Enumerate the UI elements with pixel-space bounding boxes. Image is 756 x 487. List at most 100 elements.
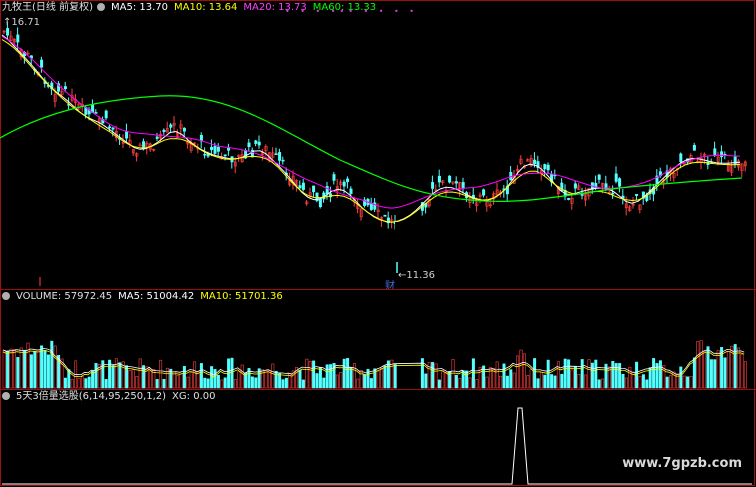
- xg-signal-line: [2, 407, 752, 485]
- candle: [437, 175, 441, 183]
- volume-bar: [216, 374, 220, 389]
- volume-bar: [590, 362, 594, 389]
- candle: [94, 112, 98, 114]
- volume-bar: [424, 373, 428, 389]
- volume-bar: [206, 378, 210, 389]
- volume-bar: [23, 349, 27, 389]
- candle: [573, 183, 577, 189]
- volume-bar: [468, 377, 472, 389]
- volume-bar: [36, 349, 40, 389]
- volume-bar: [383, 365, 387, 389]
- volume-bar: [716, 350, 720, 389]
- volume-bar: [91, 370, 95, 389]
- candlestick-chart[interactable]: [0, 0, 756, 487]
- volume-bar: [580, 359, 584, 389]
- volume-bar: [509, 369, 513, 389]
- volume-bar: [6, 350, 10, 389]
- volume-bar: [210, 366, 214, 389]
- volume-bar: [726, 351, 730, 389]
- volume-bar: [696, 341, 700, 389]
- volume-bar: [601, 378, 605, 389]
- volume-bar: [475, 379, 479, 389]
- candle: [618, 178, 622, 187]
- volume-bar: [733, 344, 737, 389]
- volume-bar: [526, 375, 530, 389]
- volume-bar: [135, 375, 139, 389]
- volume-bar: [40, 345, 44, 389]
- volume-bar: [645, 379, 649, 389]
- volume-bar: [213, 369, 217, 389]
- indicator-panel-header: 5天3倍量选股(6,14,95,250,1,2) XG: 0.00: [2, 390, 221, 403]
- volume-bar: [312, 360, 316, 389]
- candle: [40, 59, 44, 68]
- indicator-settings-icon[interactable]: [2, 392, 10, 400]
- candle: [733, 156, 737, 166]
- volume-bar: [203, 377, 207, 389]
- volume-bar: [46, 354, 50, 389]
- volume-bar: [284, 377, 288, 389]
- volume-bar: [529, 369, 533, 389]
- volume-bar: [543, 374, 547, 389]
- volume-bar: [570, 369, 574, 389]
- volume-bar: [281, 379, 285, 389]
- volume-bar: [692, 357, 696, 389]
- candle: [210, 146, 214, 151]
- volume-bar: [567, 359, 571, 389]
- volume-bar: [264, 370, 268, 389]
- candle: [713, 148, 717, 157]
- candle: [454, 181, 458, 184]
- volume-readout: VOLUME: 57972.45: [16, 291, 113, 302]
- volume-bar: [594, 359, 598, 389]
- volume-bar: [9, 348, 13, 389]
- candle: [301, 182, 305, 190]
- volume-bar: [315, 373, 319, 389]
- volume-bar: [148, 370, 152, 389]
- volume-bar: [101, 360, 105, 389]
- volume-settings-icon[interactable]: [2, 292, 10, 300]
- volume-bar: [618, 363, 622, 389]
- volume-bar: [431, 362, 435, 389]
- volume-panel-header: VOLUME: 57972.45 MA5: 51004.42 MA10: 51701…: [2, 290, 289, 303]
- volume-bar: [621, 373, 625, 389]
- volume-bar: [465, 370, 469, 389]
- candle: [720, 151, 724, 158]
- volume-bar: [131, 369, 135, 389]
- candle: [298, 185, 302, 189]
- volume-bar: [539, 372, 543, 389]
- volume-bar: [254, 377, 258, 389]
- candle: [546, 164, 550, 171]
- volume-bar: [179, 373, 183, 389]
- candle: [274, 153, 278, 156]
- candle: [533, 159, 537, 164]
- volume-bar: [699, 340, 703, 389]
- volume-bar: [29, 354, 33, 389]
- volume-bar: [84, 378, 88, 389]
- candle: [216, 146, 220, 152]
- candle: [461, 182, 465, 189]
- candle: [346, 178, 350, 183]
- volume-bar: [363, 374, 367, 389]
- volume-bar: [318, 367, 322, 389]
- low-price-value: 11.36: [406, 270, 436, 281]
- candle: [448, 175, 452, 183]
- volume-bar: [186, 376, 190, 389]
- high-price-label: ↑16.71: [3, 17, 41, 28]
- volume-bar: [230, 357, 234, 389]
- volume-bar: [376, 370, 380, 389]
- volume-bar: [679, 366, 683, 389]
- volume-bar: [740, 353, 744, 389]
- volume-bar: [349, 367, 353, 389]
- volume-bar: [189, 372, 193, 389]
- candle: [332, 174, 336, 181]
- volume-bar: [536, 378, 540, 389]
- high-price-value: 16.71: [11, 17, 41, 28]
- watermark: www.7gpzb.com: [622, 456, 742, 471]
- volume-bar: [50, 340, 54, 389]
- volume-bar: [237, 371, 241, 389]
- volume-bar: [220, 379, 224, 389]
- candle: [104, 110, 108, 119]
- xg-readout: XG: 0.00: [172, 391, 216, 402]
- volume-bar: [675, 374, 679, 389]
- volume-bar: [53, 345, 57, 389]
- candle: [6, 28, 10, 36]
